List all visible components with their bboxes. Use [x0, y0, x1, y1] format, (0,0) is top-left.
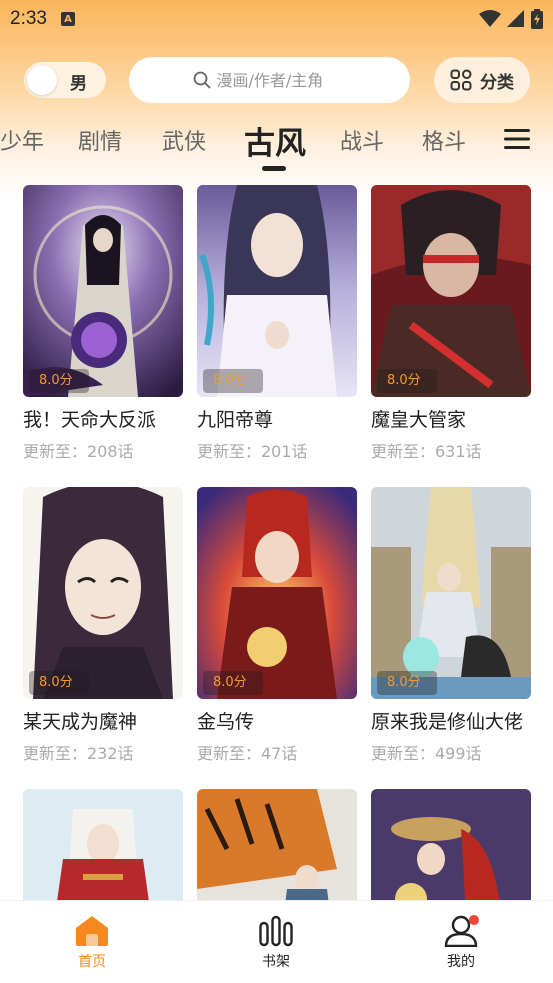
comic-title[interactable]: 金乌传	[197, 707, 357, 734]
score-badge: 8.0分	[29, 369, 89, 393]
comic-update: 更新至：201话	[197, 442, 308, 461]
comic-cover[interactable]: 8.0分	[371, 185, 531, 397]
score-badge: 8.0分	[29, 671, 89, 695]
battery-icon	[531, 9, 543, 29]
category-label: 分类	[480, 72, 514, 93]
header-row: 男 分类	[0, 56, 553, 104]
comic-cover[interactable]: 8.0分	[23, 487, 183, 699]
comic-card[interactable]	[197, 789, 357, 900]
status-bar: 2:33 A	[0, 0, 553, 38]
comic-card[interactable]: 8.0分 九阳帝尊 更新至：201话	[197, 185, 357, 462]
gender-toggle[interactable]: 男	[24, 62, 106, 98]
comic-card[interactable]: 8.0分 魔皇大管家 更新至：631话	[371, 185, 531, 462]
nav-home-label: 首页	[78, 954, 106, 970]
wifi-icon	[479, 10, 501, 27]
search-icon	[193, 71, 211, 89]
comic-title[interactable]: 魔皇大管家	[371, 405, 531, 432]
bookshelf-icon	[259, 915, 293, 947]
comic-update: 更新至：232话	[23, 744, 134, 763]
comic-cover[interactable]: 8.0分	[197, 487, 357, 699]
comic-title[interactable]: 九阳帝尊	[197, 405, 357, 432]
comic-card[interactable]	[23, 789, 183, 900]
comic-card[interactable]	[371, 789, 531, 900]
tab-juqing[interactable]: 剧情	[78, 124, 122, 156]
nav-home[interactable]: 首页	[52, 915, 132, 971]
score-badge: 8.0分	[377, 671, 437, 695]
tab-shaonian[interactable]: 少年	[0, 124, 44, 156]
nav-profile[interactable]: 我的	[421, 915, 501, 971]
comic-title[interactable]: 原来我是修仙大佬	[371, 707, 531, 734]
comic-update: 更新至：499话	[371, 744, 482, 763]
score-badge: 8.0分	[203, 369, 263, 393]
nav-profile-label: 我的	[447, 954, 475, 970]
menu-icon[interactable]	[504, 128, 530, 150]
comic-cover[interactable]	[197, 789, 357, 900]
tab-gufeng[interactable]: 古风	[244, 118, 306, 163]
comic-card[interactable]: 8.0分 我！天命大反派 更新至：208话	[23, 185, 183, 462]
signal-icon	[507, 10, 524, 27]
gender-label: 男	[70, 74, 87, 94]
comic-card[interactable]: 8.0分 原来我是修仙大佬 更新至：499话	[371, 487, 531, 764]
comic-cover[interactable]	[23, 789, 183, 900]
comic-update: 更新至：47话	[197, 744, 298, 763]
search-bar[interactable]	[129, 57, 410, 103]
comic-update: 更新至：208话	[23, 442, 134, 461]
tab-zhandou[interactable]: 战斗	[340, 124, 384, 156]
comic-grid: 8.0分 我！天命大反派 更新至：208话 8.0分 九阳帝尊 更新至：201话…	[0, 184, 553, 900]
gender-toggle-knob[interactable]	[27, 65, 57, 95]
keyboard-notification-icon: A	[60, 12, 75, 26]
nav-bookshelf-label: 书架	[262, 954, 290, 970]
nav-bookshelf[interactable]: 书架	[236, 915, 316, 971]
comic-cover[interactable]	[371, 789, 531, 900]
home-icon	[76, 916, 108, 946]
comic-update: 更新至：631话	[371, 442, 482, 461]
comic-cover[interactable]: 8.0分	[197, 185, 357, 397]
status-icons	[479, 9, 543, 29]
score-badge: 8.0分	[203, 671, 263, 695]
comic-title[interactable]: 某天成为魔神	[23, 707, 183, 734]
tab-wuxia[interactable]: 武侠	[162, 124, 206, 156]
comic-cover[interactable]: 8.0分	[371, 487, 531, 699]
comic-card[interactable]: 8.0分 某天成为魔神 更新至：232话	[23, 487, 183, 764]
notification-dot	[469, 915, 479, 925]
score-badge: 8.0分	[377, 369, 437, 393]
grid-icon	[450, 69, 472, 91]
active-tab-indicator	[262, 166, 286, 171]
comic-title[interactable]: 我！天命大反派	[23, 405, 183, 432]
tab-gedou[interactable]: 格斗	[422, 124, 466, 156]
bottom-nav: 首页 书架 我的	[0, 900, 553, 983]
category-tabs: 少年 剧情 武侠 古风 战斗 格斗	[0, 118, 553, 174]
status-time: 2:33	[10, 8, 47, 29]
comic-card[interactable]: 8.0分 金乌传 更新至：47话	[197, 487, 357, 764]
search-input[interactable]	[216, 70, 347, 90]
comic-cover[interactable]: 8.0分	[23, 185, 183, 397]
category-button[interactable]: 分类	[434, 57, 530, 103]
